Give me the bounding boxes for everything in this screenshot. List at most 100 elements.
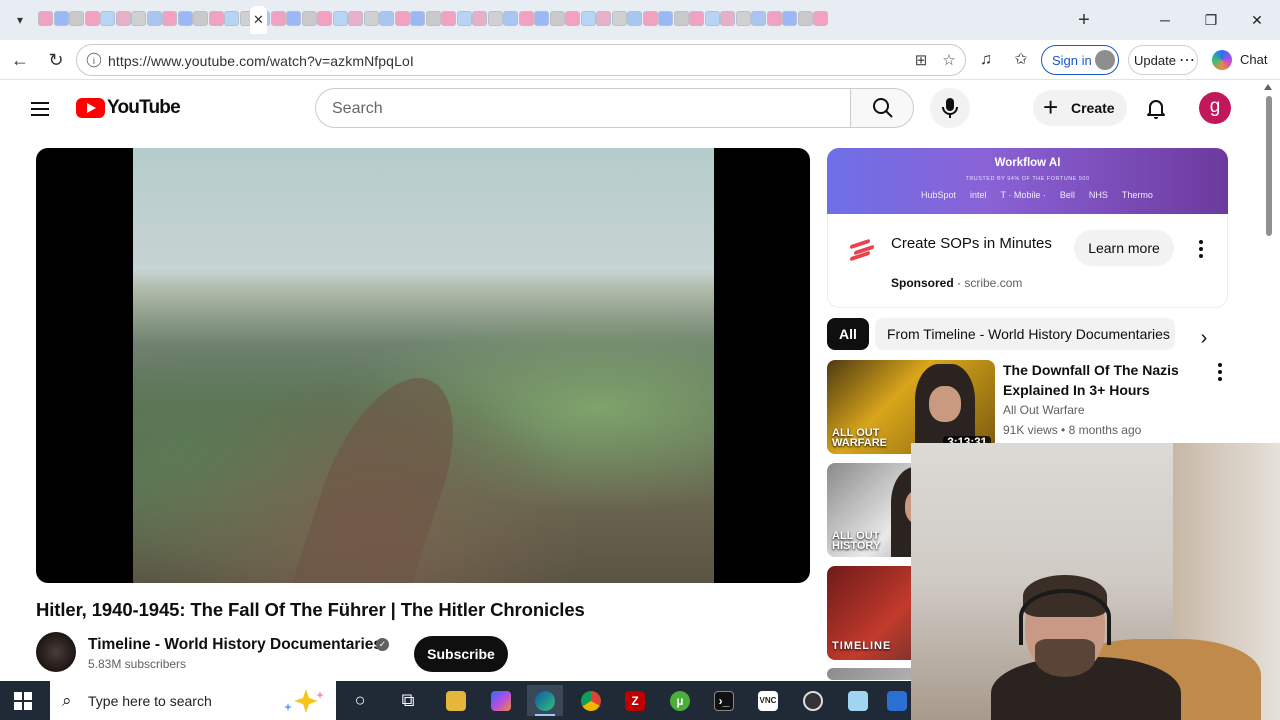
pinned-tab-favicon[interactable] (673, 11, 689, 26)
pinned-tab-favicon[interactable] (503, 11, 518, 26)
copilot-icon[interactable] (1212, 50, 1232, 70)
terminal-icon[interactable]: ›_ (706, 685, 742, 716)
close-window-icon[interactable]: ✕ (1242, 8, 1272, 32)
create-button[interactable]: + Create (1033, 90, 1127, 126)
pinned-tab-favicon[interactable] (766, 11, 782, 26)
pinned-tab-favicon[interactable] (518, 11, 534, 26)
ad-banner-image[interactable]: Workflow AI TRUSTED BY 94% OF THE FORTUN… (827, 148, 1228, 214)
file-explorer-icon[interactable] (438, 685, 474, 716)
notifications-bell-icon[interactable] (1144, 96, 1168, 120)
pinned-tab-favicon[interactable] (596, 11, 611, 26)
pinned-tab-favicon[interactable] (394, 11, 410, 26)
task-view-icon[interactable]: ⧉ (390, 685, 426, 716)
pinned-tab-favicon[interactable] (115, 11, 131, 26)
app-available-icon[interactable]: ⊞ (911, 51, 931, 71)
chip-all[interactable]: All (827, 318, 869, 350)
update-button[interactable]: Update ⋯ (1128, 45, 1198, 75)
pinned-tab-favicon[interactable] (53, 11, 69, 26)
filezilla-icon[interactable]: Z (617, 685, 653, 716)
pinned-tab-favicon[interactable] (782, 11, 797, 26)
pinned-tab-favicon[interactable] (549, 11, 565, 26)
pinned-tab-favicon[interactable] (627, 11, 642, 26)
scroll-up-arrow-icon[interactable] (1264, 84, 1272, 90)
windows-start-icon[interactable] (14, 692, 32, 710)
tab-search-chevron-icon[interactable]: ▾ (8, 8, 32, 32)
youtube-logo-icon[interactable] (76, 98, 105, 118)
pinned-tab-favicon[interactable] (131, 11, 146, 26)
pinned-tab-favicon[interactable] (751, 11, 766, 26)
recommendation-title[interactable]: The Downfall Of The Nazis Explained In 3… (1003, 360, 1193, 400)
notepad-icon[interactable] (840, 685, 876, 716)
search-highlights-sparkle-icon[interactable] (276, 687, 326, 715)
pinned-tab-favicon[interactable] (580, 11, 596, 26)
address-url[interactable]: https://www.youtube.com/watch?v=azkmNfpq… (108, 53, 414, 69)
account-avatar[interactable]: g (1199, 92, 1231, 124)
pinned-tab-favicon[interactable] (69, 11, 84, 26)
pinned-tab-favicon[interactable] (301, 11, 317, 26)
pinned-tab-favicon[interactable] (162, 11, 177, 26)
voice-search-button[interactable] (930, 88, 970, 128)
pinned-tab-favicon[interactable] (286, 11, 301, 26)
more-menu-icon[interactable]: ⋯ (1179, 50, 1195, 70)
pinned-tab-favicon[interactable] (84, 11, 100, 26)
learn-more-button[interactable]: Learn more (1074, 230, 1174, 266)
recommendation-more-options-icon[interactable] (1217, 363, 1223, 381)
pinned-tab-favicon[interactable] (317, 11, 332, 26)
ad-more-options-icon[interactable] (1198, 240, 1204, 258)
subscribe-button[interactable]: Subscribe (414, 636, 508, 672)
chat-button[interactable]: Chat (1240, 52, 1267, 67)
favorites-icon[interactable]: ✩ (1009, 48, 1033, 72)
pinned-tab-favicon[interactable] (658, 11, 673, 26)
cortana-icon[interactable]: ○ (342, 685, 378, 716)
restore-icon[interactable]: ❐ (1196, 8, 1226, 32)
youtube-logo-text[interactable]: YouTube (107, 97, 181, 119)
pinned-tab-favicon[interactable] (425, 11, 441, 26)
hamburger-menu-icon[interactable] (28, 97, 52, 121)
pinned-tab-favicon[interactable] (38, 11, 53, 26)
pinned-tab-favicon[interactable] (456, 11, 472, 26)
pinned-tab-favicon[interactable] (441, 11, 456, 26)
pinned-tab-favicon[interactable] (735, 11, 751, 26)
pinned-tab-favicon[interactable] (704, 11, 720, 26)
pinned-tab-favicon[interactable] (813, 11, 828, 26)
edge-browser-icon[interactable] (527, 685, 563, 716)
pinned-tab-favicon[interactable] (177, 11, 193, 26)
page-scrollbar[interactable] (1263, 82, 1273, 444)
pinned-tab-favicon[interactable] (348, 11, 363, 26)
pinned-tab-favicon[interactable] (379, 11, 394, 26)
pinned-tab-favicon[interactable] (534, 11, 549, 26)
chevron-right-icon[interactable]: › (1192, 326, 1216, 350)
pinned-tab-favicon[interactable] (487, 11, 503, 26)
pinned-tab-favicon[interactable] (797, 11, 813, 26)
pinned-tab-favicon[interactable] (689, 11, 704, 26)
pinned-tab-favicon[interactable] (208, 11, 224, 26)
pinned-tab-favicon[interactable] (332, 11, 348, 26)
pinned-tab-favicon[interactable] (472, 11, 487, 26)
read-aloud-icon[interactable]: ♫ (974, 48, 998, 72)
video-player[interactable] (36, 148, 810, 583)
recommendation-channel[interactable]: All Out Warfare (1003, 403, 1085, 417)
utorrent-icon[interactable]: µ (662, 685, 698, 716)
search-button[interactable] (850, 88, 914, 128)
pinned-tab-favicon[interactable] (720, 11, 735, 26)
recommendation-thumbnail[interactable]: ALL OUT WARFARE 3:13:31 (827, 360, 995, 454)
channel-name[interactable]: Timeline - World History Documentaries (88, 636, 382, 654)
pinned-tab-favicon[interactable] (270, 11, 286, 26)
pinned-tab-favicon[interactable] (224, 11, 239, 26)
taskbar-search-box[interactable]: ⌕ Type here to search (50, 681, 336, 720)
active-tab-close-icon[interactable]: ✕ (250, 6, 267, 34)
remote-desktop-icon[interactable] (884, 685, 910, 716)
copilot-taskbar-icon[interactable] (483, 685, 519, 716)
obs-recording-icon[interactable] (795, 685, 831, 716)
minimize-icon[interactable]: ─ (1150, 8, 1180, 32)
pinned-tab-favicon[interactable] (100, 11, 115, 26)
chip-from-channel[interactable]: From Timeline - World History Documentar… (875, 318, 1175, 350)
pinned-tab-favicon[interactable] (410, 11, 425, 26)
pinned-tab-favicon[interactable] (565, 11, 580, 26)
sign-in-button[interactable]: Sign in (1041, 45, 1119, 75)
favorite-star-icon[interactable]: ☆ (939, 51, 959, 71)
address-bar[interactable]: i https://www.youtube.com/watch?v=azkmNf… (76, 44, 966, 76)
channel-avatar[interactable] (36, 632, 76, 672)
site-info-icon[interactable]: i (86, 52, 102, 68)
vnc-viewer-icon[interactable]: VNC (750, 685, 786, 716)
